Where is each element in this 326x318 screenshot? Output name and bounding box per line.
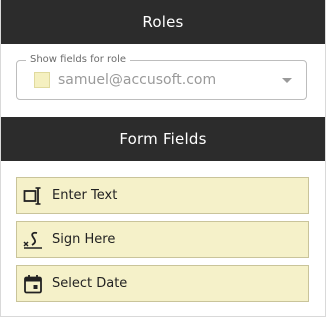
calendar-icon: [23, 274, 43, 294]
roles-panel: Roles Show fields for role samuel@accuso…: [0, 0, 326, 317]
form-fields-title: Form Fields: [119, 130, 207, 148]
signature-icon: [23, 230, 43, 250]
sign-here-field-button[interactable]: Sign Here: [16, 221, 309, 258]
role-select-value: samuel@accusoft.com: [58, 72, 217, 88]
field-label: Enter Text: [52, 188, 118, 203]
roles-header: Roles: [1, 0, 325, 44]
field-label: Select Date: [52, 276, 128, 291]
role-select[interactable]: Show fields for role samuel@accusoft.com: [16, 53, 307, 100]
role-color-swatch: [34, 72, 50, 88]
roles-section: Show fields for role samuel@accusoft.com: [1, 44, 325, 117]
text-field-icon: [23, 186, 43, 206]
form-fields-header: Form Fields: [1, 117, 325, 161]
field-label: Sign Here: [52, 232, 116, 247]
select-date-field-button[interactable]: Select Date: [16, 265, 309, 302]
roles-title: Roles: [142, 13, 184, 31]
chevron-down-icon[interactable]: [282, 77, 292, 83]
enter-text-field-button[interactable]: Enter Text: [16, 177, 309, 214]
form-fields-list: Enter Text Sign Here Select Date: [1, 161, 325, 302]
role-select-legend: Show fields for role: [26, 53, 130, 67]
